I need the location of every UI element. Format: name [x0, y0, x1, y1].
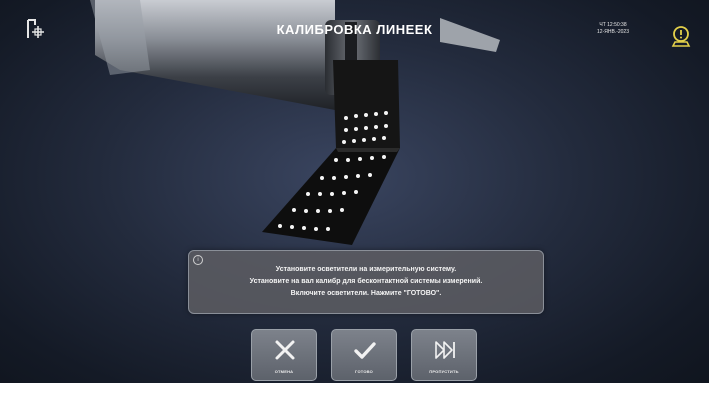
alert-user-icon[interactable] — [669, 24, 693, 48]
gauge-dots-upper — [342, 111, 388, 144]
skip-button[interactable]: ПРОПУСТИТЬ — [411, 329, 477, 381]
gauge-dots-lower — [278, 155, 386, 231]
date-text: 12-ЯНВ.-2023 — [597, 29, 629, 35]
done-button[interactable]: ГОТОВО — [331, 329, 397, 381]
instruction-message-box: i Установите осветители на измерительную… — [188, 250, 544, 314]
instruction-line-1: Установите осветители на измерительную с… — [275, 266, 457, 273]
close-icon — [275, 340, 295, 360]
cancel-button[interactable]: ОТМЕНА — [251, 329, 317, 381]
instruction-line-3: Включите осветители. Нажмите "ГОТОВО". — [290, 290, 442, 297]
action-bar: ОТМЕНА ГОТОВО ПРОПУСТИТЬ — [251, 329, 481, 381]
date-time-display: ЧТ 12:50:38 12-ЯНВ.-2023 — [589, 22, 637, 36]
skip-label: ПРОПУСТИТЬ — [429, 369, 459, 374]
day-time-text: ЧТ 12:50:38 — [599, 22, 627, 28]
skip-icon — [435, 341, 455, 359]
done-label: ГОТОВО — [355, 369, 373, 374]
instruction-line-2: Установите на вал калибр для бесконтактн… — [249, 278, 483, 285]
app-screen: КАЛИБРОВКА ЛИНЕЕК ЧТ 12:50:38 12-ЯНВ.-20… — [0, 0, 709, 393]
cancel-label: ОТМЕНА — [274, 369, 294, 374]
check-icon — [354, 342, 376, 359]
instruction-text: Установите осветители на измерительную с… — [189, 264, 543, 300]
